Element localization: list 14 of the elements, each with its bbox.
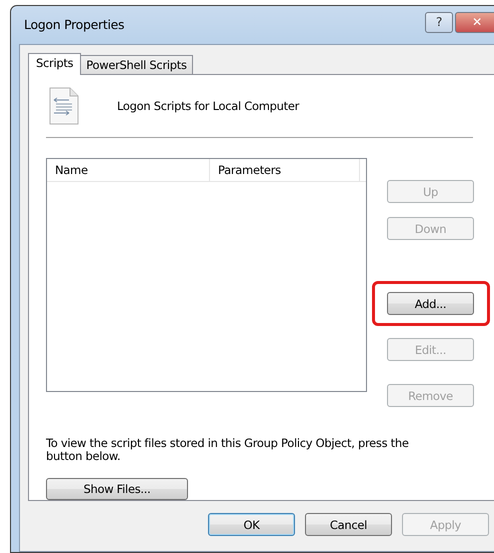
tab[interactable]: Scripts: [28, 53, 82, 75]
column-header[interactable]: Parameters: [210, 159, 360, 182]
scripts-list[interactable]: Name Parameters: [46, 158, 367, 392]
help-button[interactable]: ?: [425, 12, 453, 32]
column-header[interactable]: Name: [47, 159, 210, 182]
tab[interactable]: PowerShell Scripts: [80, 55, 193, 74]
cancel-button[interactable]: Cancel: [305, 513, 392, 536]
add-button[interactable]: Add...: [387, 292, 474, 316]
window-title: Logon Properties: [24, 16, 124, 32]
ok-button[interactable]: OK: [208, 513, 295, 536]
script-file-icon: [49, 87, 79, 126]
show-files-button[interactable]: Show Files...: [46, 478, 188, 500]
section-title: Logon Scripts for Local Computer: [117, 99, 300, 114]
info-text: To view the script files stored in this Group Policy Object, press the button below.: [46, 437, 410, 464]
